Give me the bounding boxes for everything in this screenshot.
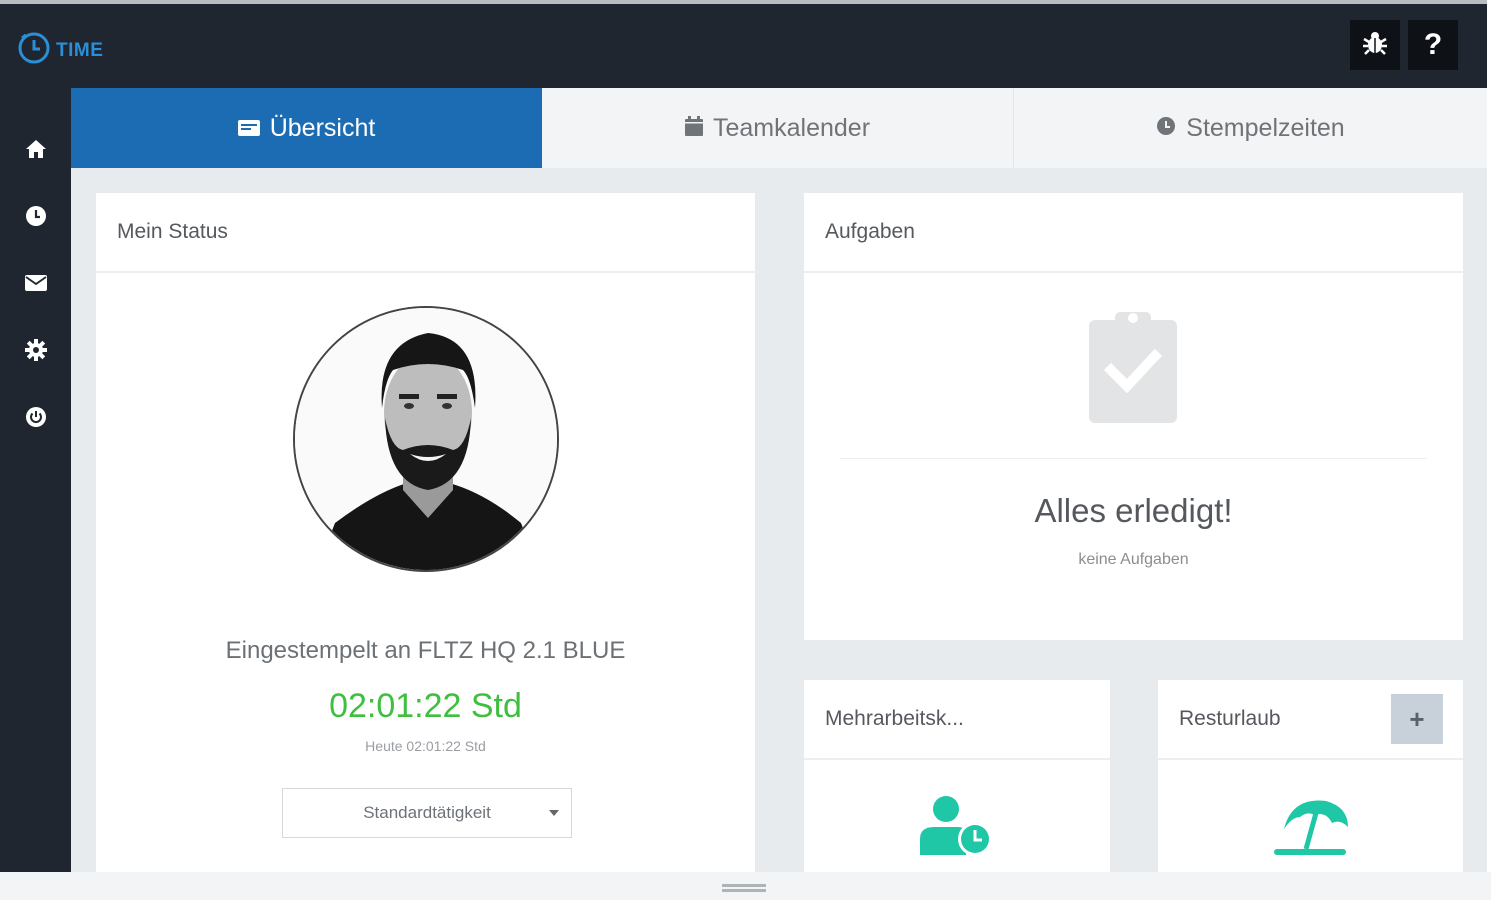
user-clock-icon <box>920 795 994 860</box>
sidebar-item-settings[interactable] <box>0 330 71 374</box>
resize-handle[interactable] <box>722 884 766 887</box>
card-title: Mein Status <box>96 193 755 273</box>
sidebar-item-logout[interactable] <box>0 397 71 441</box>
caret-down-icon <box>549 810 559 816</box>
remaining-vacation-card[interactable]: Resturlaub + <box>1158 680 1463 872</box>
clock-icon <box>25 205 47 232</box>
top-bar: TIME ? <box>0 0 1487 88</box>
empty-state-title: Alles erledigt! <box>1034 492 1233 529</box>
sidebar-item-time[interactable] <box>0 196 71 240</box>
clock-in-status: Eingestempelt an FLTZ HQ 2.1 BLUE <box>225 637 626 664</box>
card-title: Mehrarbeitsk... <box>804 680 1110 760</box>
activity-select[interactable]: Standardtätigkeit <box>282 788 572 838</box>
sidebar-item-messages[interactable] <box>0 263 71 307</box>
tasks-card: Aufgaben Alles erledigt! keine Aufgaben <box>804 193 1463 640</box>
card-title: Aufgaben <box>804 193 1463 273</box>
my-status-card: Mein Status Eingestempelt an FLTZ HQ 2.1… <box>96 193 755 872</box>
today-total: Heute 02:01:22 Std <box>365 738 486 754</box>
tab-team-calendar[interactable]: Teamkalender <box>542 88 1014 168</box>
home-icon <box>24 138 48 165</box>
divider <box>840 458 1427 459</box>
tab-overview[interactable]: Übersicht <box>71 88 542 168</box>
main-content: Übersicht Teamkalender Stempelzeiten Mei… <box>71 88 1487 872</box>
bug-report-button[interactable] <box>1350 20 1400 70</box>
add-vacation-button[interactable]: + <box>1391 694 1443 744</box>
power-icon <box>25 406 47 433</box>
work-timer: 02:01:22 Std <box>329 687 522 725</box>
sidebar <box>0 88 71 872</box>
tab-label: Stempelzeiten <box>1186 113 1345 142</box>
beach-umbrella-icon <box>1274 795 1348 860</box>
app-logo[interactable]: TIME <box>16 30 103 71</box>
tab-time-stamps[interactable]: Stempelzeiten <box>1014 88 1487 168</box>
empty-state-subtitle: keine Aufgaben <box>1078 551 1189 568</box>
tab-label: Übersicht <box>269 113 376 142</box>
mail-icon <box>24 274 47 297</box>
logo-clock-icon <box>16 30 52 71</box>
sidebar-item-home[interactable] <box>0 129 71 173</box>
activity-select-value: Standardtätigkeit <box>363 803 491 822</box>
avatar <box>293 306 559 572</box>
calendar-icon <box>684 114 703 143</box>
overtime-card[interactable]: Mehrarbeitsk... <box>804 680 1110 872</box>
clock-icon <box>1156 114 1176 143</box>
bottom-bar <box>0 872 1491 900</box>
bug-icon <box>1361 29 1389 62</box>
gear-icon <box>24 338 47 366</box>
help-button[interactable]: ? <box>1408 20 1458 70</box>
clipboard-check-icon <box>1089 308 1177 428</box>
logo-text: TIME <box>56 39 104 61</box>
tab-label: Teamkalender <box>712 113 871 142</box>
overview-icon <box>237 114 260 143</box>
app-window: TIME ? Übersicht Teamkalender Stempelzei… <box>0 0 1491 900</box>
